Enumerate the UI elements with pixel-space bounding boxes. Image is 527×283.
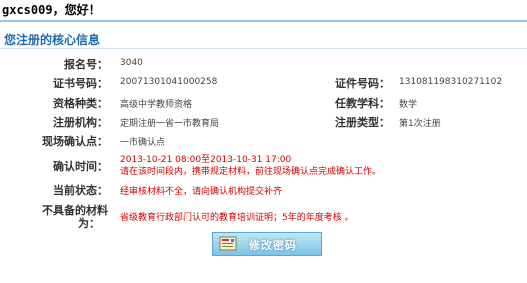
cert-no-value: 20071301041000258 xyxy=(120,77,218,87)
status-label: 当前状态： xyxy=(53,184,108,197)
confirm-point-label: 现场确认点： xyxy=(42,135,108,148)
reg-org-label: 注册机构： xyxy=(53,116,108,129)
cert-no-label: 证书号码： xyxy=(53,77,108,90)
subject-value: 数学 xyxy=(399,100,418,110)
greeting-suffix: ，您好！ xyxy=(52,3,101,17)
reg-no-label: 报名号： xyxy=(64,58,108,71)
qual-type-label: 资格种类： xyxy=(53,97,108,110)
form-edit-icon xyxy=(219,236,239,252)
section-divider xyxy=(0,48,527,49)
reg-type-value: 第1次注册 xyxy=(399,119,441,129)
top-divider xyxy=(0,20,527,22)
confirm-time-label: 确认时间： xyxy=(53,160,108,173)
missing-value: 省级教育行政部门认可的教育培训证明；5年的年度考核 。 xyxy=(120,213,354,223)
change-password-button[interactable]: 修改密码 xyxy=(212,232,322,256)
id-no-label: 证件号码： xyxy=(335,77,390,90)
greeting: gxcs009，您好！ xyxy=(2,1,101,18)
subject-label: 任教学科： xyxy=(335,97,390,110)
qual-type-value: 高级中学教师资格 xyxy=(120,100,193,110)
reg-type-label: 注册类型： xyxy=(335,116,390,129)
missing-label-line2: 为： xyxy=(78,217,100,230)
greeting-user: gxcs009 xyxy=(2,3,53,17)
section-title: 您注册的核心信息 xyxy=(4,33,101,47)
id-no-value: 131081198310271102 xyxy=(399,77,503,87)
confirm-time-note: 请在该时间段内，携带规定材料，前往现场确认点完成确认工作。 xyxy=(120,167,382,177)
status-value: 经审核材料不全，请向确认机构提交补齐 xyxy=(120,187,283,197)
change-password-label: 修改密码 xyxy=(249,239,297,252)
reg-org-value: 定期注册一省一市教育局 xyxy=(120,119,220,129)
reg-no-value: 3040 xyxy=(120,58,143,68)
confirm-point-value: 一市确认点 xyxy=(120,138,166,148)
